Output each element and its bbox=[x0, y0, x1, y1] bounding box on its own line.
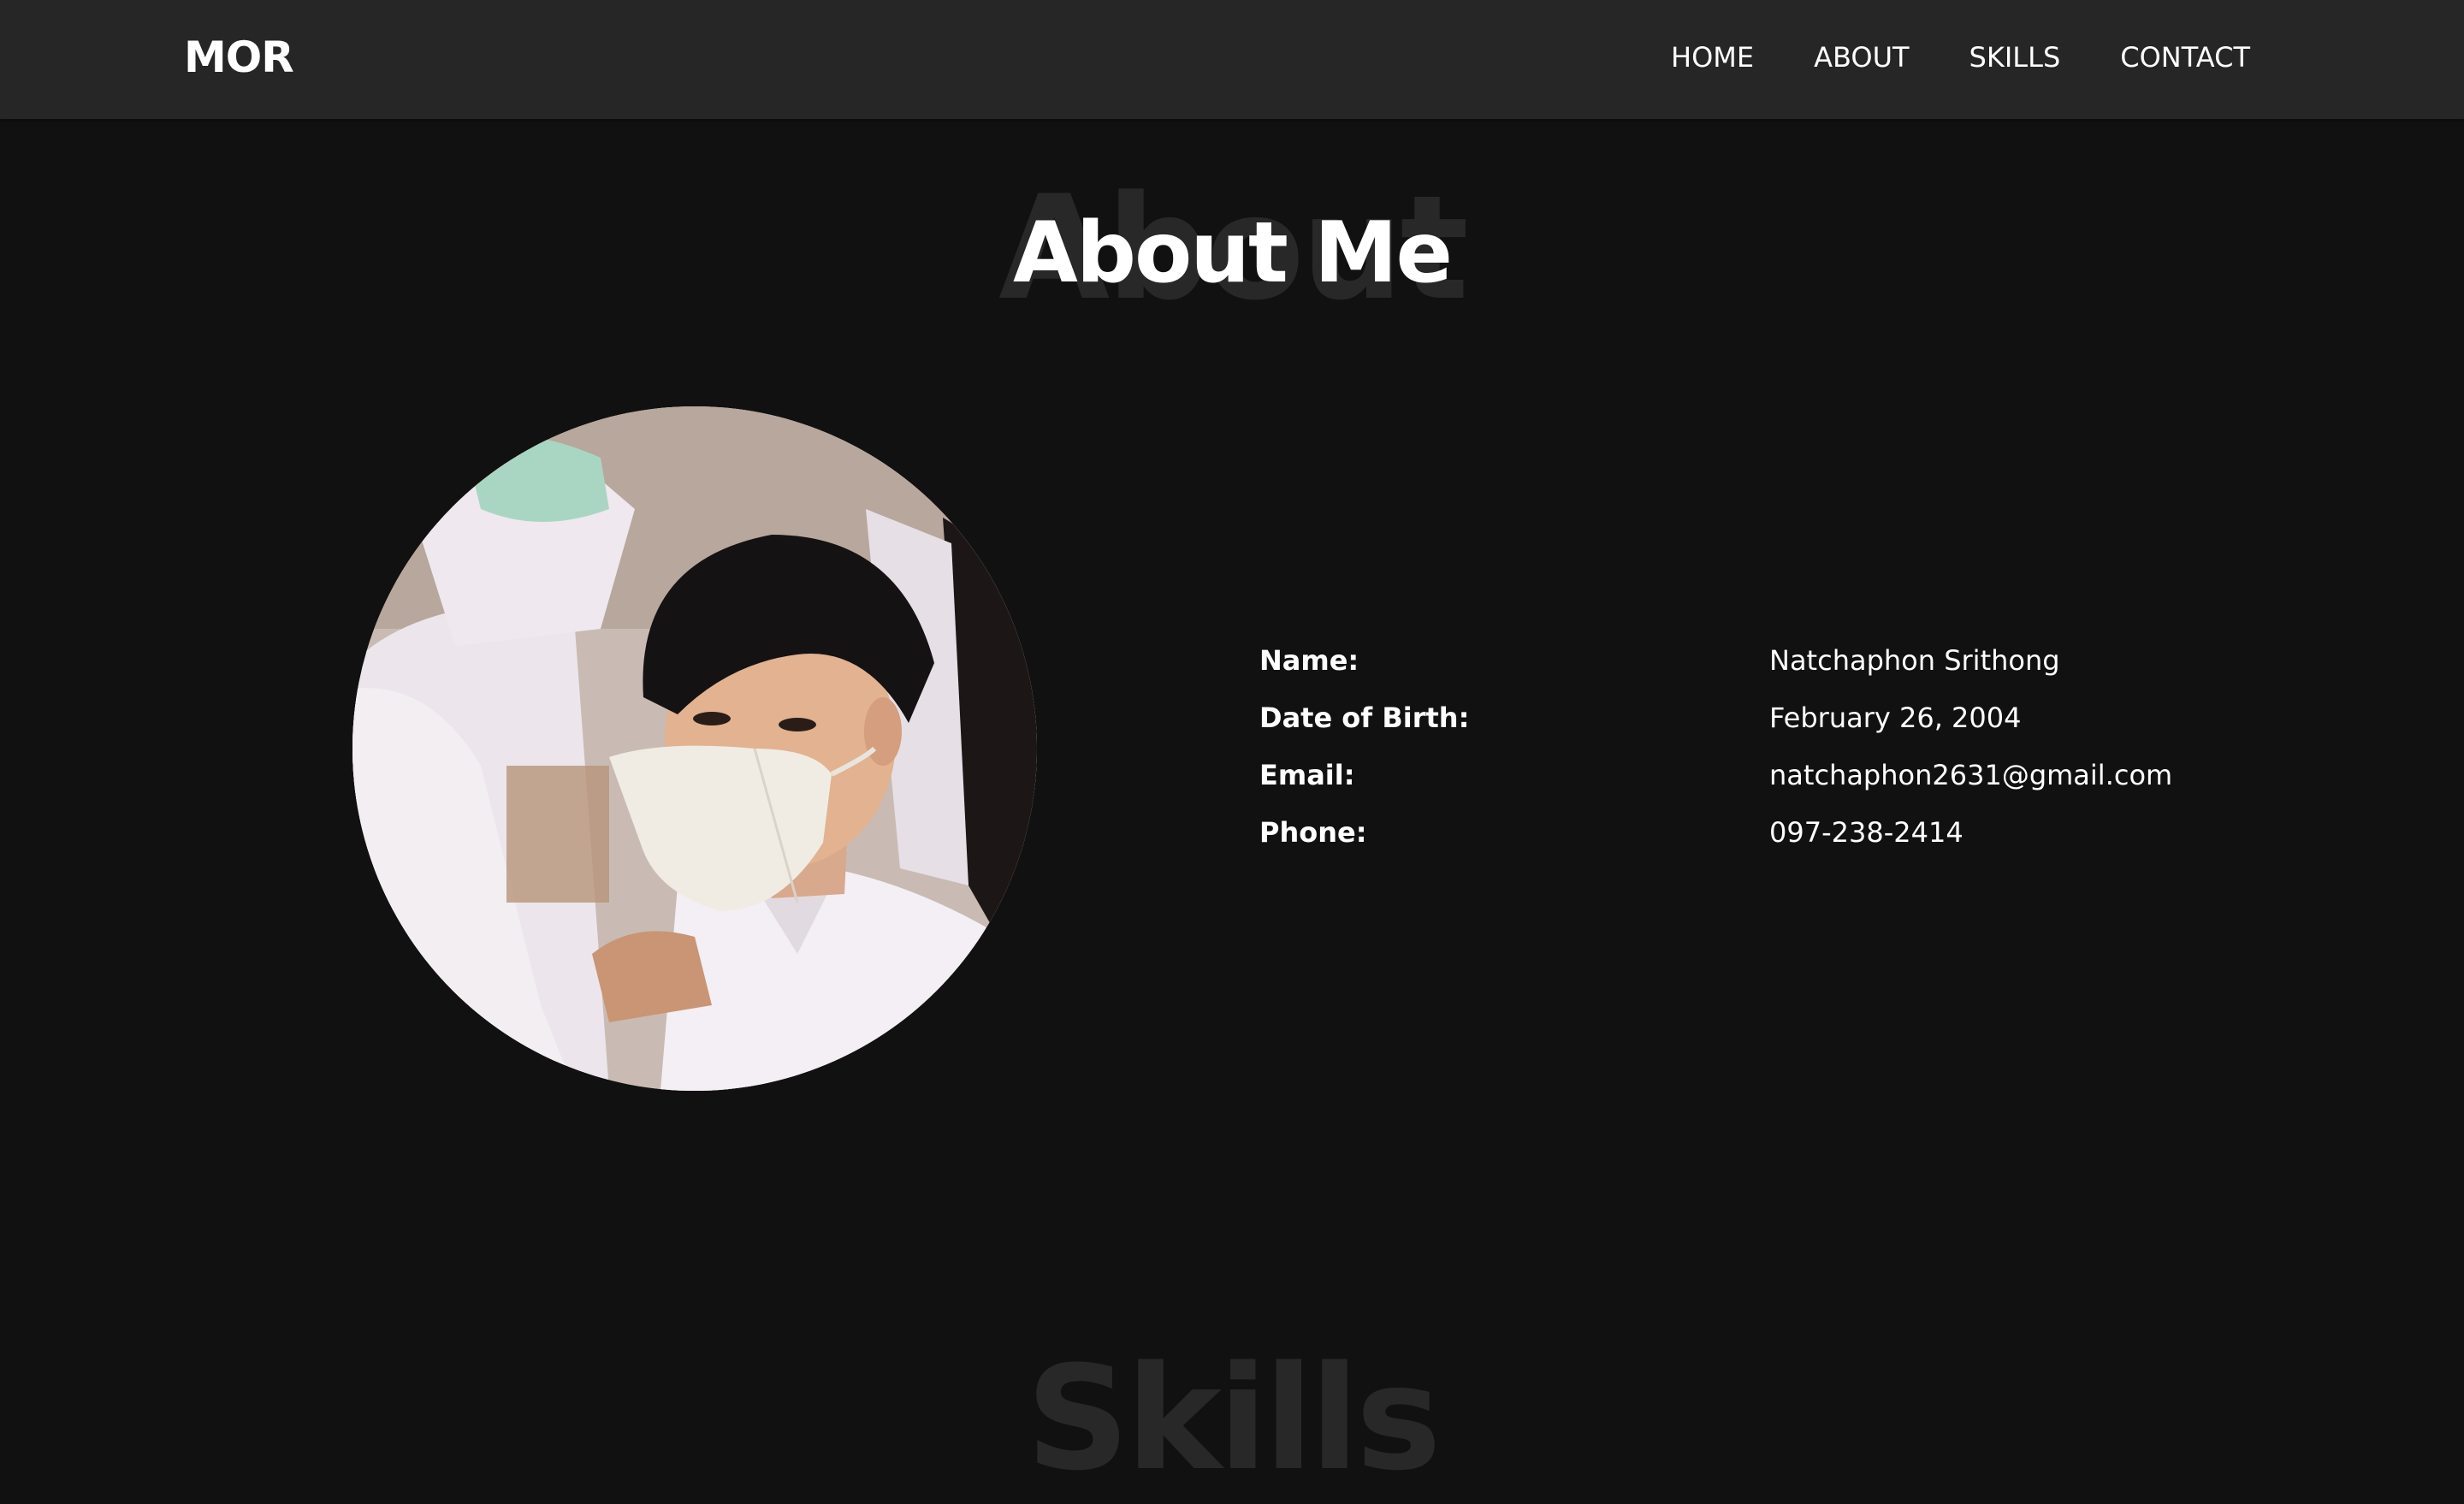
nav-link-home[interactable]: HOME bbox=[1671, 38, 1754, 76]
profile-photo bbox=[352, 406, 1037, 1091]
nav-link-skills[interactable]: SKILLS bbox=[1969, 38, 2061, 76]
info-label: Name: bbox=[1259, 644, 1359, 677]
info-value: February 26, 2004 bbox=[1769, 702, 2022, 734]
navbar: MOR HOME ABOUT SKILLS CONTACT bbox=[0, 0, 2464, 119]
profile-photo-image bbox=[352, 406, 1037, 1091]
info-value: Natchaphon Srithong bbox=[1769, 644, 2060, 677]
nav-menu: HOME ABOUT SKILLS CONTACT bbox=[1611, 38, 2250, 76]
site-logo[interactable]: MOR bbox=[184, 29, 294, 86]
info-value: natchaphon2631@gmail.com bbox=[1769, 759, 2173, 791]
nav-link-about[interactable]: ABOUT bbox=[1814, 38, 1909, 76]
nav-link-contact[interactable]: CONTACT bbox=[2120, 38, 2250, 76]
info-label: Email: bbox=[1259, 759, 1355, 791]
info-label: Phone: bbox=[1259, 816, 1367, 849]
info-label: Date of Birth: bbox=[1259, 702, 1470, 734]
about-heading: About Me bbox=[1012, 204, 1453, 302]
skills-ghost-heading: Skills bbox=[1026, 1335, 1441, 1502]
info-value: 097-238-2414 bbox=[1769, 816, 1964, 849]
